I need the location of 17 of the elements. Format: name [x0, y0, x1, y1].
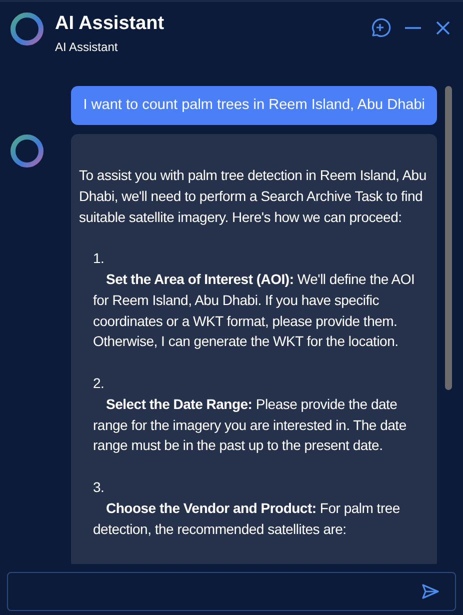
list-number: 1. [93, 250, 104, 266]
user-message: I want to count palm trees in Reem Island, Abu Dhabi [71, 86, 437, 125]
scrollbar[interactable] [445, 86, 452, 390]
list-number: 2. [93, 374, 104, 391]
message-text: To assist you with palm tree detection in Reem Island, Abu Dhabi, we'll need to perform a Search Archive Task to find suitable satellite imagery. Here's how we can proceed: [79, 166, 428, 227]
close-icon[interactable] [435, 20, 451, 36]
message-input-field[interactable] [7, 572, 456, 611]
step-text: Choose the Vendor and Product: For palm tree detection, the recommended satellites are: [93, 498, 401, 539]
avatar-ring-icon [10, 12, 44, 46]
list-number: 3. [93, 478, 104, 495]
step-text: Set the Area of Interest (AOI): We'll define the AOI for Reem Island, Abu Dhabi. If you have specific coordinates or a WKT format, please provide them. Otherwise, I can generate the WKT for the location. [93, 270, 416, 352]
window-subtitle: AI Assistant [55, 39, 119, 55]
new-chat-icon[interactable] [369, 17, 391, 39]
send-icon[interactable] [422, 584, 439, 599]
window-title: AI Assistant [55, 12, 164, 36]
step-text: Select the Date Range: Please provide the date range for the imagery you are interested in. The date range must be in the past up to the present date. [93, 394, 408, 456]
assistant-avatar-icon [10, 134, 44, 168]
